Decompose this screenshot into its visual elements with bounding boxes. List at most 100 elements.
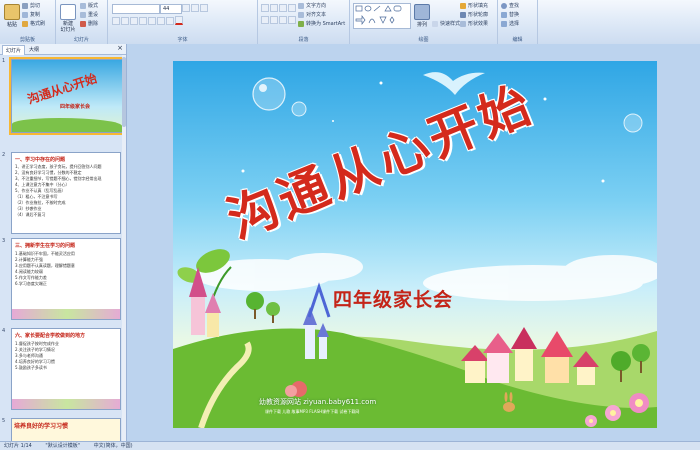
slide-thumbnail-1[interactable]: 沟通从心开始 四年级家长会 — [9, 57, 125, 135]
underline-icon[interactable] — [130, 17, 138, 25]
spacing-icon[interactable] — [157, 17, 165, 25]
align-right-icon[interactable] — [279, 16, 287, 24]
slide-1[interactable]: 沟通从心开始 四年级家长会 幼教资源网站 ziyuan.baby611.com … — [173, 61, 657, 428]
arrange-button[interactable]: 排列 — [412, 2, 432, 30]
house-roof — [541, 331, 573, 357]
quick-styles-button[interactable]: 快速样式 — [432, 20, 460, 27]
format-painter-button[interactable]: 格式刷 — [22, 20, 45, 27]
shape-fill-button[interactable]: 形状填充 — [460, 2, 488, 9]
justify-icon[interactable] — [288, 16, 296, 24]
theme-name: "默认设计模板" — [45, 443, 81, 449]
font-size-select[interactable]: 44 — [160, 4, 182, 14]
house-icon — [487, 353, 509, 383]
thumb-flowers — [12, 309, 120, 319]
castle-tower — [191, 297, 205, 335]
cut-button[interactable]: 剪切 — [22, 2, 40, 9]
castle-tower — [319, 337, 327, 359]
thumb-grass — [12, 118, 122, 132]
paragraph-group-label: 段落 — [298, 37, 309, 43]
slides-group-label: 幻灯片 — [73, 37, 89, 43]
slide-number: 4 — [2, 328, 6, 334]
house-roof — [511, 327, 537, 349]
bubble-highlight — [259, 84, 267, 92]
shape-effects-button[interactable]: 形状效果 — [460, 20, 488, 27]
replace-button[interactable]: 替换 — [501, 11, 519, 18]
smartart-button[interactable]: 转换为 SmartArt — [298, 20, 345, 27]
slide-canvas: 沟通从心开始 四年级家长会 幼教资源网站 ziyuan.baby611.com … — [127, 44, 700, 441]
numbering-icon[interactable] — [270, 4, 278, 12]
layout-icon — [80, 2, 86, 9]
bullets-icon[interactable] — [261, 4, 269, 12]
drawing-group-label: 绘图 — [418, 37, 429, 43]
paste-button[interactable]: 粘贴 — [2, 2, 22, 30]
slide-number: 5 — [2, 418, 6, 424]
outdent-icon[interactable] — [288, 4, 296, 12]
case-icon[interactable] — [166, 17, 174, 25]
align-center-icon[interactable] — [270, 16, 278, 24]
shapes-gallery[interactable] — [353, 3, 411, 29]
font-family-select[interactable] — [112, 4, 160, 14]
clear-format-icon[interactable] — [200, 4, 208, 12]
copy-button[interactable]: 复制 — [22, 11, 40, 18]
panel-scrollbar[interactable] — [122, 55, 126, 441]
text-direction-button[interactable]: 文字方向 — [298, 2, 326, 9]
italic-icon[interactable] — [121, 17, 129, 25]
paragraph-group: 文字方向 对齐文本 转换为 SmartArt 段落 — [258, 0, 350, 44]
slide-position: 幻灯片 1/14 — [4, 443, 32, 449]
tree-icon — [246, 292, 264, 310]
slide-thumbnail-3[interactable]: 三、拥新学生在学习的问题 1.基础知识不牢固，不能灵活应用 2.计算能力不强 3… — [11, 238, 121, 320]
grow-font-icon[interactable] — [182, 4, 190, 12]
reset-button[interactable]: 重设 — [80, 11, 98, 18]
select-button[interactable]: 选择 — [501, 20, 519, 27]
shape-outline-button[interactable]: 形状轮廓 — [460, 11, 488, 18]
scrollbar-thumb[interactable] — [122, 57, 126, 127]
house-roof — [483, 333, 513, 353]
find-button[interactable]: 查找 — [501, 2, 519, 9]
font-color-icon[interactable] — [175, 16, 183, 25]
slide-number: 2 — [2, 152, 6, 158]
bubble-icon — [623, 113, 643, 133]
house-icon — [465, 361, 485, 383]
thumb-flowers — [12, 399, 120, 409]
font-group: 44 字体 — [108, 0, 258, 44]
slide-thumbnail-5[interactable]: 培养良好的学习习惯 — [11, 418, 121, 442]
site-credit: 幼教资源网站 ziyuan.baby611.com — [259, 398, 377, 406]
slide-thumbnail-2[interactable]: 一、学习中存在的问题 1、讲正学习态度，孩子贪玩，提升回答别人问题 2、没有良好… — [11, 152, 121, 234]
replace-icon — [501, 11, 507, 18]
delete-slide-button[interactable]: 删除 — [80, 20, 98, 27]
scissors-icon — [22, 2, 28, 9]
panel-close-icon[interactable]: × — [117, 44, 123, 52]
arrange-icon — [414, 4, 430, 20]
align-left-icon[interactable] — [261, 16, 269, 24]
bubble-icon — [252, 77, 286, 111]
thumb-heading: 六、家长要配合学校做到的地方 — [15, 333, 86, 339]
delete-icon — [80, 20, 86, 27]
tree-icon — [611, 351, 631, 371]
shrink-font-icon[interactable] — [191, 4, 199, 12]
thumb-heading: 一、学习中存在的问题 — [15, 157, 66, 163]
slide-thumbnail-4[interactable]: 六、家长要配合学校做到的地方 1.督促孩子按时完成作业 2.关注孩子的学习情况 … — [11, 328, 121, 410]
bold-icon[interactable] — [112, 17, 120, 25]
layout-button[interactable]: 版式 — [80, 2, 98, 9]
shadow-icon[interactable] — [148, 17, 156, 25]
align-text-button[interactable]: 对齐文本 — [298, 11, 326, 18]
slide-subtitle[interactable]: 四年级家长会 — [333, 285, 453, 312]
font-group-label: 字体 — [177, 37, 188, 43]
select-icon — [501, 20, 507, 27]
tab-slides[interactable]: 幻灯片 — [2, 45, 26, 55]
bubble-icon — [291, 101, 307, 117]
align-text-icon — [298, 11, 304, 18]
slides-panel: 幻灯片 大纲 × 1 沟通从心开始 四年级家长会 2 一、学习中存在的问题 1、… — [0, 44, 127, 442]
house-icon — [515, 349, 533, 381]
find-icon — [501, 2, 507, 9]
tree-icon — [266, 302, 280, 316]
editing-group: 查找 替换 选择 编辑 — [498, 0, 538, 44]
effects-icon — [460, 20, 466, 27]
language-indicator[interactable]: 中文(简体，中国) — [94, 443, 133, 449]
new-slide-button[interactable]: 新建 幻灯片 — [58, 2, 78, 33]
strikethrough-icon[interactable] — [139, 17, 147, 25]
brush-icon — [22, 20, 28, 27]
tab-outline[interactable]: 大纲 — [26, 45, 42, 54]
indent-icon[interactable] — [279, 4, 287, 12]
slide-number: 1 — [2, 58, 6, 64]
